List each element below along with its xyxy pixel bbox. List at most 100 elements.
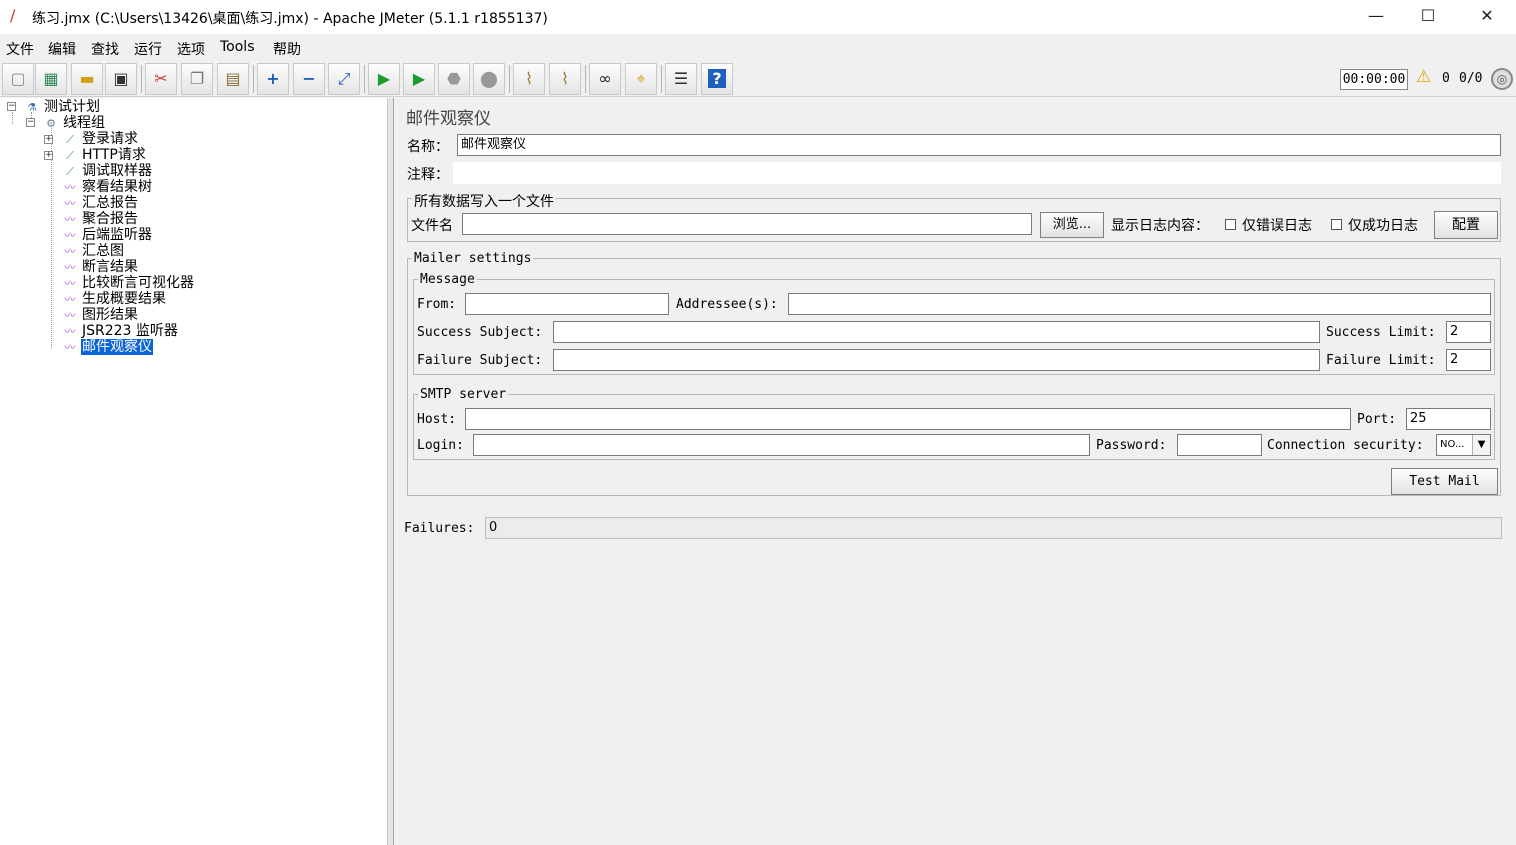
tree-item-jsr223-listener[interactable]: 〰 JSR223 监听器 bbox=[62, 323, 179, 339]
templates-icon: ▦ bbox=[43, 69, 59, 88]
menu-help[interactable]: 帮助 bbox=[273, 39, 301, 59]
warning-icon[interactable]: ⚠ bbox=[1416, 67, 1431, 87]
comment-label: 注释： bbox=[407, 167, 449, 183]
toolbar: ▢ ▦ ▬ ▣ ✂ ❐ ▤ + − ⤢ ▶ ▶ ⬣ ⬤ ⌇ ⌇ ∞ ⌖ ☰ ? … bbox=[0, 61, 1516, 97]
login-label: Login: bbox=[417, 438, 464, 453]
successes-only-checkbox[interactable] bbox=[1331, 219, 1342, 230]
expand-button[interactable]: + bbox=[257, 63, 289, 95]
port-field[interactable]: 25 bbox=[1406, 408, 1491, 430]
login-field[interactable] bbox=[473, 434, 1090, 456]
chart-icon: 〰 bbox=[64, 325, 76, 338]
menu-tools[interactable]: Tools bbox=[220, 39, 255, 55]
filename-field[interactable] bbox=[462, 213, 1032, 235]
tree-item-graph-results[interactable]: 〰图形结果 bbox=[62, 307, 139, 323]
tree-item-backend-listener[interactable]: 〰后端监听器 bbox=[62, 227, 153, 243]
success-subject-field[interactable] bbox=[553, 321, 1320, 343]
success-limit-label: Success Limit: bbox=[1326, 325, 1436, 340]
tree-item-compare-assertion[interactable]: 〰比较断言可视化器 bbox=[62, 275, 195, 291]
chart-icon: 〰 bbox=[64, 213, 76, 226]
collapse-button[interactable]: − bbox=[293, 63, 325, 95]
shutdown-icon: ⬤ bbox=[480, 69, 498, 88]
failure-limit-label: Failure Limit: bbox=[1326, 353, 1436, 368]
help-button[interactable]: ? bbox=[701, 63, 733, 95]
menu-file[interactable]: 文件 bbox=[6, 39, 34, 59]
copy-icon: ❐ bbox=[189, 69, 205, 88]
tree-item-mailer-visualizer[interactable]: 〰邮件观察仪 bbox=[62, 339, 153, 355]
failure-subject-field[interactable] bbox=[553, 349, 1320, 371]
copy-button[interactable]: ❐ bbox=[181, 63, 213, 95]
clear-button[interactable]: ⌇ bbox=[513, 63, 545, 95]
expand-toggle[interactable]: + bbox=[44, 151, 53, 160]
shutdown-button[interactable]: ⬤ bbox=[473, 63, 505, 95]
failures-field: 0 bbox=[485, 517, 1502, 539]
start-no-pause-button[interactable]: ▶ bbox=[403, 63, 435, 95]
cut-button[interactable]: ✂ bbox=[145, 63, 177, 95]
tree-item-aggregate-graph[interactable]: 〰汇总图 bbox=[62, 243, 125, 259]
tree-item-aggregate-report[interactable]: 〰聚合报告 bbox=[62, 211, 139, 227]
menu-run[interactable]: 运行 bbox=[134, 39, 162, 59]
tree-item-test-plan[interactable]: ⚗ 测试计划 bbox=[24, 99, 101, 115]
successes-only-label: 仅成功日志 bbox=[1348, 218, 1418, 234]
mailer-settings-legend: Mailer settings bbox=[412, 251, 534, 266]
expand-toggle[interactable]: + bbox=[44, 135, 53, 144]
chart-icon: 〰 bbox=[64, 277, 76, 290]
tree-item-login-request[interactable]: ⟋ 登录请求 bbox=[62, 131, 139, 147]
connection-security-select[interactable]: NO... ▼ bbox=[1436, 434, 1491, 456]
function-helper-button[interactable]: ☰ bbox=[665, 63, 697, 95]
host-field[interactable] bbox=[465, 408, 1351, 430]
success-limit-field[interactable]: 2 bbox=[1446, 321, 1491, 343]
name-field[interactable]: 邮件观察仪 bbox=[457, 134, 1501, 156]
success-subject-label: Success Subject: bbox=[417, 325, 543, 340]
collapse-toggle[interactable]: − bbox=[26, 118, 35, 127]
filename-label: 文件名 bbox=[411, 218, 453, 234]
menu-search[interactable]: 查找 bbox=[91, 39, 119, 59]
tree-item-view-results-tree[interactable]: 〰察看结果树 bbox=[62, 179, 153, 195]
close-button[interactable]: ✕ bbox=[1464, 0, 1510, 32]
menu-options[interactable]: 选项 bbox=[177, 39, 205, 59]
tree-item-http-request[interactable]: ⟋ HTTP请求 bbox=[62, 147, 147, 163]
minimize-button[interactable]: — bbox=[1353, 0, 1399, 32]
stop-button[interactable]: ⬣ bbox=[438, 63, 470, 95]
reset-search-button[interactable]: ⌖ bbox=[625, 63, 657, 95]
failures-label: Failures: bbox=[404, 521, 475, 536]
paste-button[interactable]: ▤ bbox=[217, 63, 249, 95]
tree-item-summary-report[interactable]: 〰汇总报告 bbox=[62, 195, 139, 211]
split-pane-divider[interactable] bbox=[388, 98, 394, 845]
help-icon: ? bbox=[708, 69, 726, 88]
templates-button[interactable]: ▦ bbox=[35, 63, 67, 95]
collapse-toggle[interactable]: − bbox=[7, 102, 16, 111]
start-button[interactable]: ▶ bbox=[368, 63, 400, 95]
log-content-label: 显示日志内容： bbox=[1111, 218, 1209, 234]
tree-item-thread-group[interactable]: ⚙ 线程组 bbox=[43, 115, 106, 131]
search-button[interactable]: ∞ bbox=[589, 63, 621, 95]
new-button[interactable]: ▢ bbox=[2, 63, 34, 95]
tree-item-debug-sampler[interactable]: ⟋ 调试取样器 bbox=[62, 163, 153, 179]
test-mail-button[interactable]: Test Mail bbox=[1391, 468, 1498, 495]
configure-button[interactable]: 配置 bbox=[1434, 211, 1498, 239]
maximize-button[interactable]: ☐ bbox=[1405, 0, 1451, 32]
stop-icon: ⬣ bbox=[447, 69, 461, 88]
browse-button[interactable]: 浏览... bbox=[1040, 212, 1104, 238]
tree-item-assertion-results[interactable]: 〰断言结果 bbox=[62, 259, 139, 275]
password-field[interactable] bbox=[1177, 434, 1262, 456]
tree-item-summary-results[interactable]: 〰生成概要结果 bbox=[62, 291, 167, 307]
errors-only-checkbox[interactable] bbox=[1225, 219, 1236, 230]
clear-all-button[interactable]: ⌇ bbox=[549, 63, 581, 95]
failure-limit-field[interactable]: 2 bbox=[1446, 349, 1491, 371]
chart-icon: 〰 bbox=[64, 181, 76, 194]
addressee-field[interactable] bbox=[788, 293, 1491, 315]
open-button[interactable]: ▬ bbox=[71, 63, 103, 95]
flask-icon: ⚗ bbox=[27, 101, 37, 114]
comment-field[interactable] bbox=[453, 162, 1501, 184]
toggle-button[interactable]: ⤢ bbox=[328, 63, 360, 95]
feather-icon: ∕ bbox=[10, 6, 16, 25]
password-label: Password: bbox=[1096, 438, 1167, 453]
cut-icon: ✂ bbox=[154, 69, 168, 88]
menu-edit[interactable]: 编辑 bbox=[48, 39, 76, 59]
save-button[interactable]: ▣ bbox=[105, 63, 137, 95]
chart-icon: 〰 bbox=[64, 293, 76, 306]
test-plan-tree: − ⚗ 测试计划 − ⚙ 线程组 + ⟋ 登录请求 + ⟋ HTTP请求 ⟋ 调试取样器 … bbox=[0, 98, 388, 845]
errors-only-label: 仅错误日志 bbox=[1242, 218, 1312, 234]
from-field[interactable] bbox=[465, 293, 669, 315]
smtp-server-legend: SMTP server bbox=[418, 387, 509, 402]
